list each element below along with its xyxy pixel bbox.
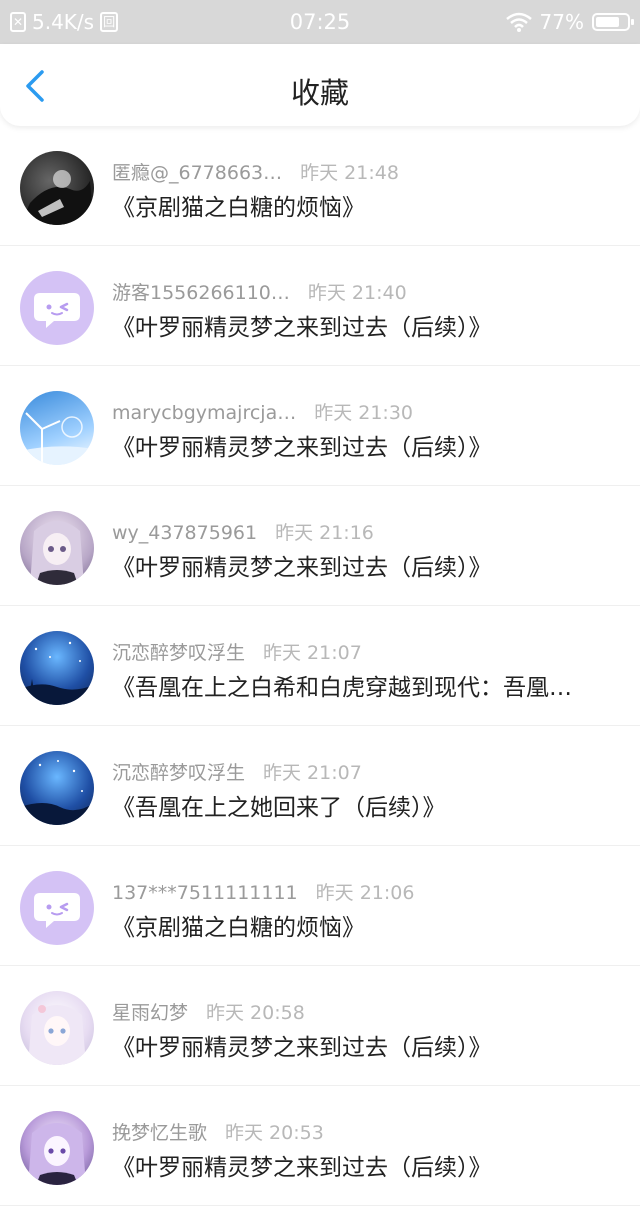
timestamp: 昨天 20:53: [225, 1122, 324, 1144]
story-title[interactable]: 《京剧猫之白糖的烦恼》: [112, 188, 610, 222]
avatar[interactable]: [20, 271, 94, 345]
story-title[interactable]: 《叶罗丽精灵梦之来到过去（后续）》: [112, 428, 610, 462]
story-title[interactable]: 《叶罗丽精灵梦之来到过去（后续）》: [112, 308, 610, 342]
status-right: 77%: [505, 10, 634, 34]
username[interactable]: 匿瘾@_6778663…: [112, 158, 282, 185]
username[interactable]: 游客1556266110…: [112, 278, 290, 305]
wifi-icon: [505, 12, 532, 32]
item-meta: wy_437875961 昨天 21:16: [112, 518, 374, 545]
timestamp: 昨天 21:48: [300, 162, 399, 184]
chat-bubble-icon: [34, 893, 80, 928]
avatar[interactable]: [20, 991, 94, 1065]
story-title[interactable]: 《叶罗丽精灵梦之来到过去（后续）》: [112, 1148, 610, 1182]
navbar: 收藏: [0, 44, 640, 126]
avatar[interactable]: [20, 631, 94, 705]
favorite-item[interactable]: 匿瘾@_6778663… 昨天 21:48 《京剧猫之白糖的烦恼》: [0, 126, 640, 246]
favorite-item[interactable]: 游客1556266110… 昨天 21:40 《叶罗丽精灵梦之来到过去（后续）》: [0, 246, 640, 366]
timestamp: 昨天 20:58: [206, 1002, 305, 1024]
timestamp: 昨天 21:06: [315, 882, 415, 904]
username[interactable]: 挽梦忆生歌: [112, 1118, 207, 1145]
favorite-item[interactable]: wy_437875961 昨天 21:16 《叶罗丽精灵梦之来到过去（后续）》: [0, 486, 640, 606]
item-meta: 游客1556266110… 昨天 21:40: [112, 278, 407, 305]
battery-fill: [596, 17, 619, 27]
item-meta: marycbgymajrcja… 昨天 21:30: [112, 398, 413, 425]
avatar[interactable]: [20, 1111, 94, 1185]
favorite-item[interactable]: 沉恋醉梦叹浮生 昨天 21:07 《吾凰在上之白希和白虎穿越到现代：吾凰…: [0, 606, 640, 726]
avatar[interactable]: [20, 511, 94, 585]
timestamp: 昨天 21:40: [307, 282, 407, 304]
purple-anime-image: [28, 1123, 86, 1185]
item-meta: 沉恋醉梦叹浮生 昨天 21:07: [112, 638, 362, 665]
pastel-anime-image: [28, 1005, 86, 1065]
chat-bubble-icon: [34, 293, 80, 328]
avatar[interactable]: [20, 151, 94, 225]
status-bar: ✕ 5.4K/s 回 07:25 77%: [0, 0, 640, 44]
username[interactable]: wy_437875961: [112, 522, 257, 544]
avatar[interactable]: [20, 871, 94, 945]
timestamp: 昨天 21:16: [275, 522, 374, 544]
timestamp: 昨天 21:07: [263, 762, 362, 784]
item-meta: 沉恋醉梦叹浮生 昨天 21:07: [112, 758, 362, 785]
story-title[interactable]: 《京剧猫之白糖的烦恼》: [112, 908, 610, 942]
favorites-list: 匿瘾@_6778663… 昨天 21:48 《京剧猫之白糖的烦恼》 游客15562…: [0, 126, 640, 1206]
avatar[interactable]: [20, 751, 94, 825]
avatar[interactable]: [20, 391, 94, 465]
item-meta: 137***7511111111 昨天 21:06: [112, 878, 414, 905]
item-meta: 星雨幻梦 昨天 20:58: [112, 998, 305, 1025]
favorite-item[interactable]: marycbgymajrcja… 昨天 21:30 《叶罗丽精灵梦之来到过去（后续…: [0, 366, 640, 486]
item-meta: 匿瘾@_6778663… 昨天 21:48: [112, 158, 399, 185]
favorite-item[interactable]: 挽梦忆生歌 昨天 20:53 《叶罗丽精灵梦之来到过去（后续）》: [0, 1086, 640, 1206]
battery-icon: [592, 13, 634, 31]
night-sky-image: [20, 641, 94, 705]
username[interactable]: marycbgymajrcja…: [112, 402, 296, 424]
favorite-item[interactable]: 沉恋醉梦叹浮生 昨天 21:07 《吾凰在上之她回来了（后续）》: [0, 726, 640, 846]
item-meta: 挽梦忆生歌 昨天 20:53: [112, 1118, 324, 1145]
username[interactable]: 星雨幻梦: [112, 998, 188, 1025]
battery-percent: 77%: [539, 10, 584, 34]
username[interactable]: 沉恋醉梦叹浮生: [112, 638, 245, 665]
timestamp: 昨天 21:30: [314, 402, 414, 424]
timestamp: 昨天 21:07: [263, 642, 362, 664]
night-sky-image: [20, 760, 94, 825]
story-title[interactable]: 《叶罗丽精灵梦之来到过去（后续）》: [112, 1028, 610, 1062]
dark-photo-image: [20, 170, 94, 225]
story-title[interactable]: 《吾凰在上之她回来了（后续）》: [112, 788, 610, 822]
story-title[interactable]: 《吾凰在上之白希和白虎穿越到现代：吾凰…: [112, 668, 610, 702]
page-title: 收藏: [290, 76, 349, 110]
windmill-sky-image: [20, 412, 94, 465]
favorite-item[interactable]: 星雨幻梦 昨天 20:58 《叶罗丽精灵梦之来到过去（后续）》: [0, 966, 640, 1086]
anime-girl-image: [30, 521, 84, 585]
story-title[interactable]: 《叶罗丽精灵梦之来到过去（后续）》: [112, 548, 610, 582]
username[interactable]: 137***7511111111: [112, 882, 298, 904]
favorite-item[interactable]: 137***7511111111 昨天 21:06 《京剧猫之白糖的烦恼》: [0, 846, 640, 966]
username[interactable]: 沉恋醉梦叹浮生: [112, 758, 245, 785]
